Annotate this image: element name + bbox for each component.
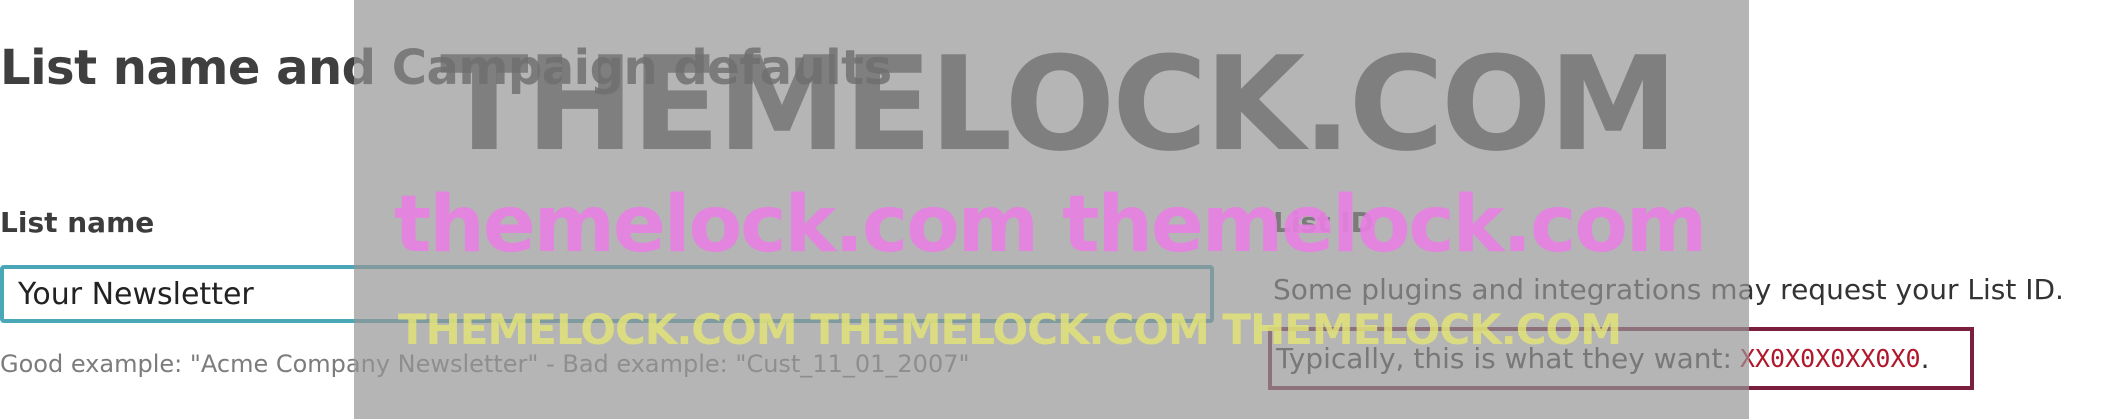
list-id-callout-text: Typically, this is what they want: [1276, 342, 1732, 375]
watermark-text-pink: themelock.com themelock.com [394, 180, 1707, 270]
list-id-callout: Typically, this is what they want: XX0X0… [1268, 327, 1974, 390]
list-name-label: List name [0, 206, 155, 239]
list-name-input[interactable] [0, 265, 1214, 323]
list-id-value: XX0X0X0XX0X0 [1739, 344, 1921, 373]
list-id-label: List ID [1273, 206, 1374, 239]
list-name-hint: Good example: "Acme Company Newsletter" … [0, 350, 970, 378]
list-id-description: Some plugins and integrations may reques… [1273, 273, 2064, 306]
list-id-callout-period: . [1920, 342, 1930, 375]
page-title: List name and Campaign defaults [0, 40, 892, 96]
